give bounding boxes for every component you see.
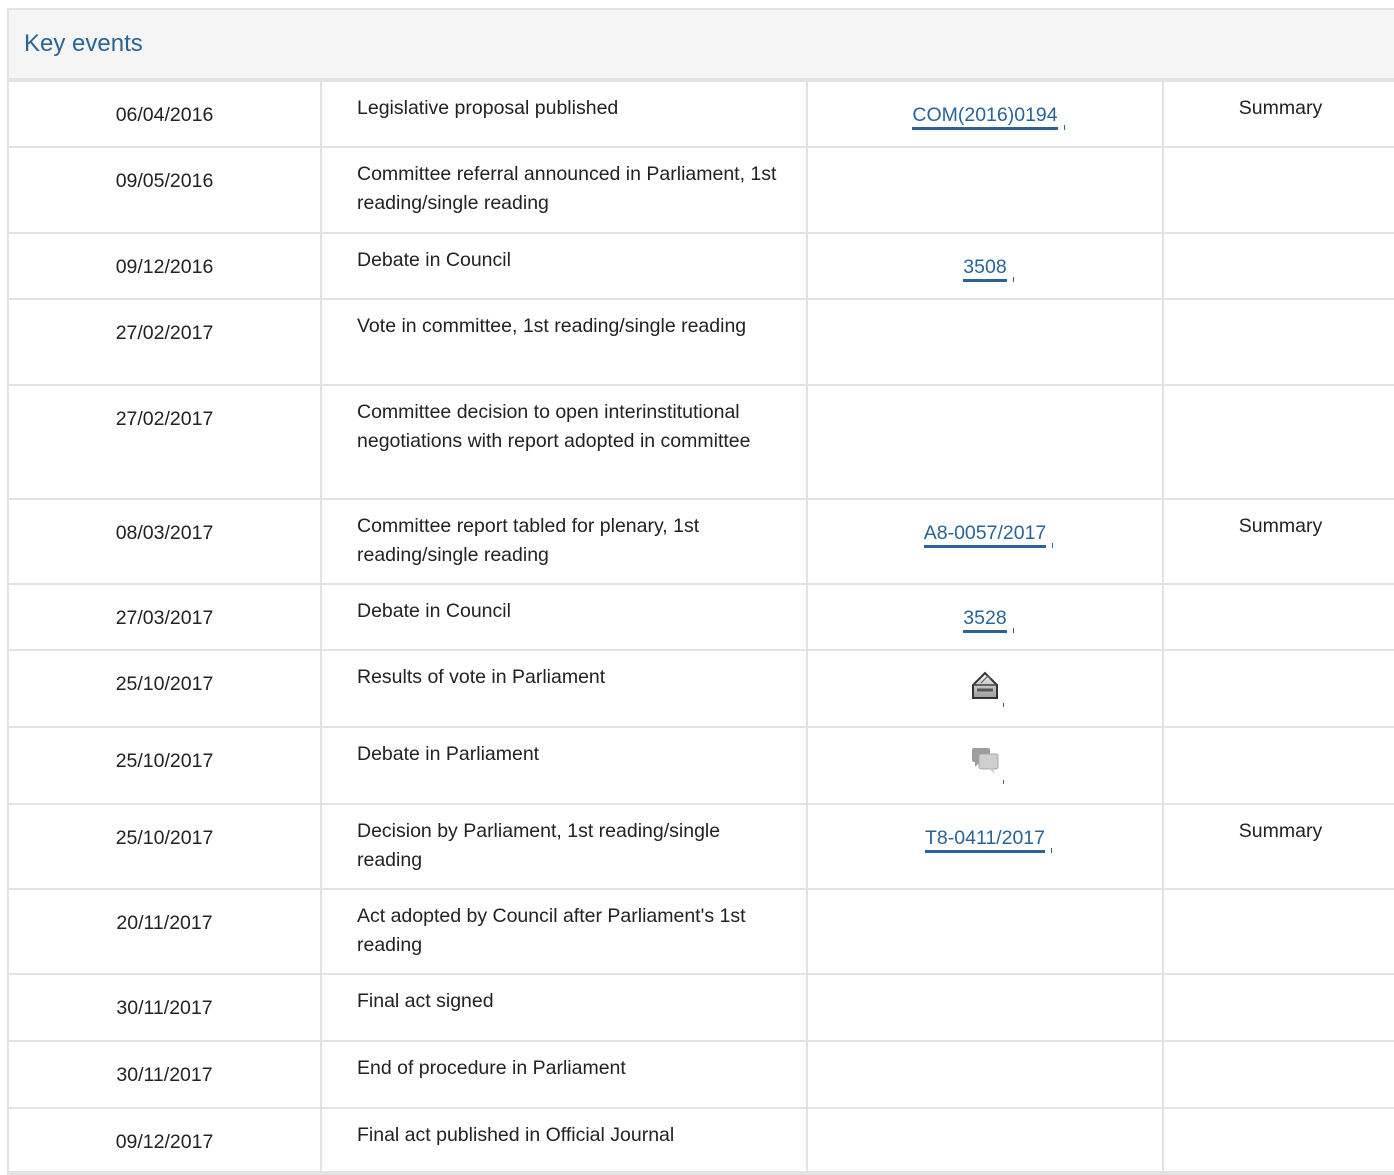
- ballot-box-icon-graphic: [972, 671, 998, 699]
- event-document: [806, 726, 1164, 805]
- event-document: 3508: [806, 232, 1164, 300]
- table-row: 25/10/2017 Debate in Parliament: [7, 726, 1394, 805]
- key-events-table: 06/04/2016 Legislative proposal publishe…: [7, 80, 1394, 1175]
- speech-bubbles-icon-graphic: [972, 748, 999, 774]
- document-link[interactable]: A8-0057/2017: [923, 521, 1053, 548]
- event-description: End of procedure in Parliament: [320, 1040, 808, 1109]
- event-date: 25/10/2017: [7, 726, 322, 805]
- event-document: [806, 649, 1164, 728]
- event-description: Final act signed: [320, 973, 808, 1042]
- table-row: 09/12/2016 Debate in Council 3508: [7, 232, 1394, 300]
- event-date: 25/10/2017: [7, 649, 322, 728]
- event-summary: [1162, 888, 1394, 975]
- event-document: [806, 146, 1164, 234]
- event-document: [806, 973, 1164, 1042]
- table-row: 25/10/2017 Decision by Parliament, 1st r…: [7, 803, 1394, 890]
- event-document: [806, 1040, 1164, 1109]
- key-events-panel: Key events 06/04/2016 Legislative propos…: [7, 8, 1394, 1175]
- event-description: Committee decision to open interinstitut…: [320, 384, 808, 500]
- panel-header: Key events: [9, 10, 1394, 80]
- event-summary: [1162, 583, 1394, 651]
- event-date: 06/04/2016: [7, 80, 322, 148]
- speech-bubbles-icon[interactable]: [968, 744, 1004, 784]
- event-summary: [1162, 726, 1394, 805]
- event-summary: [1162, 232, 1394, 300]
- event-document: T8-0411/2017: [806, 803, 1164, 890]
- event-summary: Summary: [1162, 803, 1394, 890]
- event-summary: [1162, 1040, 1394, 1109]
- event-document: A8-0057/2017: [806, 498, 1164, 585]
- event-description: Debate in Council: [320, 583, 808, 651]
- event-description: Decision by Parliament, 1st reading/sing…: [320, 803, 808, 890]
- event-date: 25/10/2017: [7, 803, 322, 890]
- event-summary: [1162, 146, 1394, 234]
- event-document: [806, 298, 1164, 386]
- table-row: 30/11/2017 End of procedure in Parliamen…: [7, 1040, 1394, 1109]
- event-document: 3528: [806, 583, 1164, 651]
- event-date: 27/02/2017: [7, 384, 322, 500]
- event-date: 30/11/2017: [7, 1040, 322, 1109]
- table-row: 06/04/2016 Legislative proposal publishe…: [7, 80, 1394, 148]
- summary-label[interactable]: Summary: [1239, 515, 1322, 537]
- event-summary: [1162, 298, 1394, 386]
- event-date: 09/12/2017: [7, 1107, 322, 1175]
- document-link[interactable]: 3528: [963, 606, 1015, 633]
- event-summary: [1162, 649, 1394, 728]
- table-row: 09/12/2017 Final act published in Offici…: [7, 1107, 1394, 1175]
- event-description: Debate in Council: [320, 232, 808, 300]
- table-row: 27/02/2017 Committee decision to open in…: [7, 384, 1394, 500]
- event-description: Final act published in Official Journal: [320, 1107, 808, 1175]
- document-link[interactable]: T8-0411/2017: [925, 826, 1052, 853]
- summary-label[interactable]: Summary: [1239, 97, 1322, 119]
- table-row: 20/11/2017 Act adopted by Council after …: [7, 888, 1394, 975]
- summary-label[interactable]: Summary: [1239, 820, 1322, 842]
- panel-title: Key events: [24, 30, 143, 57]
- ballot-box-icon[interactable]: [968, 667, 1004, 707]
- event-summary: [1162, 384, 1394, 500]
- table-row: 08/03/2017 Committee report tabled for p…: [7, 498, 1394, 585]
- event-date: 30/11/2017: [7, 973, 322, 1042]
- event-document: [806, 888, 1164, 975]
- document-link[interactable]: 3508: [963, 255, 1015, 282]
- event-summary: [1162, 1107, 1394, 1175]
- event-description: Act adopted by Council after Parliament'…: [320, 888, 808, 975]
- table-row: 25/10/2017 Results of vote in Parliament: [7, 649, 1394, 728]
- event-date: 08/03/2017: [7, 498, 322, 585]
- document-link[interactable]: COM(2016)0194: [912, 103, 1065, 130]
- event-description: Committee referral announced in Parliame…: [320, 146, 808, 234]
- table-row: 30/11/2017 Final act signed: [7, 973, 1394, 1042]
- event-description: Vote in committee, 1st reading/single re…: [320, 298, 808, 386]
- event-description: Results of vote in Parliament: [320, 649, 808, 728]
- event-date: 27/03/2017: [7, 583, 322, 651]
- event-document: [806, 1107, 1164, 1175]
- event-summary: Summary: [1162, 80, 1394, 148]
- event-description: Legislative proposal published: [320, 80, 808, 148]
- event-summary: Summary: [1162, 498, 1394, 585]
- event-date: 27/02/2017: [7, 298, 322, 386]
- event-summary: [1162, 973, 1394, 1042]
- event-document: COM(2016)0194: [806, 80, 1164, 148]
- event-date: 20/11/2017: [7, 888, 322, 975]
- event-date: 09/12/2016: [7, 232, 322, 300]
- event-date: 09/05/2016: [7, 146, 322, 234]
- table-row: 27/03/2017 Debate in Council 3528: [7, 583, 1394, 651]
- table-row: 09/05/2016 Committee referral announced …: [7, 146, 1394, 234]
- event-description: Debate in Parliament: [320, 726, 808, 805]
- table-row: 27/02/2017 Vote in committee, 1st readin…: [7, 298, 1394, 386]
- event-document: [806, 384, 1164, 500]
- event-description: Committee report tabled for plenary, 1st…: [320, 498, 808, 585]
